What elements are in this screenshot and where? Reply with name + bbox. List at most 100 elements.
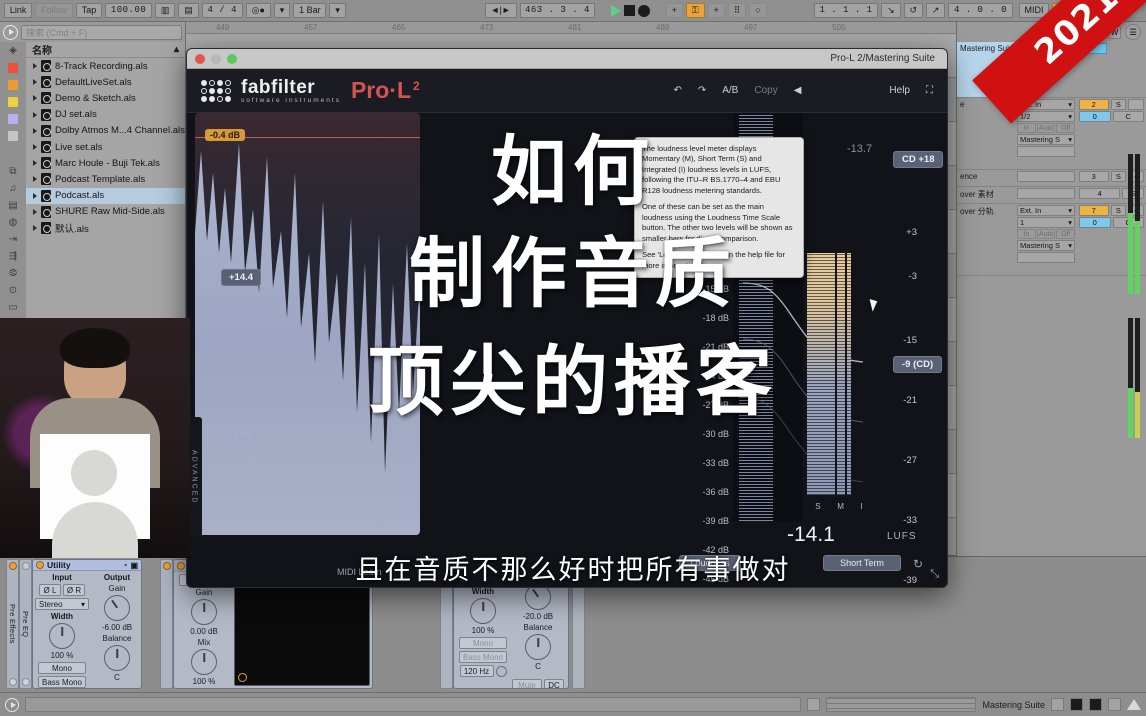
- list-item-label: Demo & Sketch.als: [55, 92, 136, 104]
- arrangement-position[interactable]: 463 . 3 . 4: [519, 3, 596, 18]
- transport-play-icon[interactable]: [5, 697, 19, 712]
- global-quantize-field[interactable]: 1 Bar: [293, 3, 327, 18]
- default-avatar-icon: [40, 434, 150, 558]
- fade-in-icon[interactable]: ↘: [881, 3, 901, 18]
- follow-button[interactable]: Follow: [35, 3, 73, 18]
- dc-button[interactable]: DC: [544, 679, 564, 688]
- gain-knob[interactable]: [191, 599, 217, 625]
- status-message-field: [25, 697, 802, 712]
- collapse-arrow-icon[interactable]: ◀: [794, 85, 802, 96]
- search-input[interactable]: 搜索 (Cmd + F): [21, 24, 182, 40]
- status-extra-box[interactable]: [807, 698, 821, 711]
- collection-swatch-red[interactable]: [8, 63, 18, 73]
- mono-button[interactable]: Mono: [38, 662, 86, 674]
- xy-pad-handle-icon[interactable]: [238, 673, 247, 682]
- status-toggle-2[interactable]: [1070, 698, 1083, 711]
- record-quantize-icon[interactable]: ◎●: [245, 3, 271, 18]
- width-knob[interactable]: [470, 598, 496, 624]
- device-save-icon[interactable]: [8, 677, 17, 686]
- chevron-down-icon[interactable]: ▾: [1068, 100, 1072, 109]
- sort-ascending-icon[interactable]: ▴: [174, 44, 179, 55]
- copy-button[interactable]: Copy: [754, 85, 777, 96]
- plugin-title-bar[interactable]: Pro-L 2/Mastering Suite: [187, 49, 947, 69]
- metronome-icon[interactable]: ▥: [154, 3, 176, 18]
- play-icon[interactable]: [611, 4, 622, 17]
- disclosure-arrow-icon[interactable]: [33, 79, 37, 86]
- tap-tempo-button[interactable]: Tap: [75, 3, 103, 18]
- bass-frequency-field[interactable]: 120 Hz: [459, 665, 494, 677]
- midi-map-icon[interactable]: +: [707, 3, 725, 18]
- live-set-file-icon: [41, 76, 51, 89]
- computer-midi-keyboard-icon[interactable]: ⠿: [727, 3, 747, 18]
- legend-short-term: S: [815, 502, 821, 511]
- width-label: Width: [471, 587, 495, 596]
- stop-icon[interactable]: [624, 5, 636, 16]
- status-toggle-4[interactable]: [1108, 698, 1121, 711]
- disclosure-arrow-icon[interactable]: [33, 63, 37, 70]
- slot-b-select[interactable]: none ▾: [303, 688, 370, 689]
- width-knob[interactable]: [49, 623, 75, 649]
- mix-knob[interactable]: [191, 649, 217, 675]
- tempo-field[interactable]: 100.00: [105, 3, 152, 18]
- device-save-icon[interactable]: [21, 678, 30, 686]
- key-map-icon[interactable]: ⚿: [685, 3, 705, 18]
- mono-button[interactable]: Mono: [459, 637, 507, 649]
- bass-mono-button[interactable]: Bass Mono: [459, 651, 507, 663]
- gain-knob[interactable]: [104, 595, 130, 621]
- balance-knob[interactable]: [525, 634, 551, 660]
- loop-icon[interactable]: ↺: [903, 3, 923, 18]
- mute-button[interactable]: Mute: [179, 688, 229, 689]
- metronome-subdiv-icon[interactable]: ▤: [178, 3, 199, 18]
- arm-button[interactable]: [1128, 99, 1144, 110]
- fade-out-icon[interactable]: ↗: [925, 3, 946, 18]
- status-bar: Mastering Suite: [0, 692, 1146, 716]
- status-toggle-1[interactable]: [1051, 698, 1064, 711]
- list-item[interactable]: Demo & Sketch.als: [26, 90, 185, 106]
- collection-swatch-orange[interactable]: [8, 80, 18, 90]
- slot-a-select[interactable]: none ▾: [234, 688, 301, 689]
- loop-length-field[interactable]: 4 . 0 . 0: [948, 3, 1013, 18]
- track-number-badge[interactable]: 2: [1079, 99, 1109, 110]
- key-midi-grid[interactable]: [826, 697, 977, 712]
- list-item[interactable]: 8-Track Recording.als: [26, 58, 185, 74]
- bass-listen-knob[interactable]: [495, 665, 507, 677]
- loop-toggle-icon[interactable]: ○: [749, 3, 767, 18]
- fabfilter-logo-icon: [201, 79, 231, 102]
- collections-icon[interactable]: ◈: [9, 46, 17, 56]
- advanced-label: ADVANCED: [190, 449, 198, 505]
- browser-column-header[interactable]: 名称 ▴: [26, 42, 185, 58]
- list-item[interactable]: DefaultLiveSet.als: [26, 74, 185, 90]
- arrangement-ruler[interactable]: 449 457 465 473 481 489 497 505: [186, 22, 956, 34]
- help-button[interactable]: Help: [889, 85, 910, 96]
- record-quantize-dropdown[interactable]: ▾: [273, 3, 291, 18]
- punch-in-icon[interactable]: ◄|►: [484, 3, 517, 18]
- gain-label: Gain: [195, 588, 213, 597]
- undo-icon[interactable]: ↶: [673, 85, 681, 96]
- global-quantize-dropdown[interactable]: ▾: [329, 3, 346, 18]
- scale-tick: -30 dB: [702, 429, 729, 439]
- record-icon[interactable]: [638, 4, 650, 17]
- collection-swatch-yellow[interactable]: [8, 97, 18, 107]
- ab-button[interactable]: A/B: [722, 85, 738, 96]
- link-button[interactable]: Link: [4, 3, 33, 18]
- chevron-down-icon[interactable]: ▾: [81, 600, 85, 609]
- xy-pad[interactable]: [234, 574, 370, 686]
- scale-tick: -36 dB: [702, 487, 729, 497]
- device-side-label: Pre Effects: [8, 604, 17, 644]
- balance-knob[interactable]: [104, 645, 130, 671]
- mute-button[interactable]: Mute: [512, 679, 542, 688]
- fullscreen-icon[interactable]: ⛶: [926, 85, 933, 96]
- product-version: 2: [413, 79, 420, 93]
- channel-mode-select[interactable]: Stereo ▾: [35, 598, 89, 610]
- solo-button[interactable]: S: [1110, 99, 1127, 110]
- width-label: Width: [50, 612, 74, 621]
- loop-start-field[interactable]: 1 . 1 . 1: [813, 3, 879, 18]
- status-toggle-3[interactable]: [1089, 698, 1102, 711]
- bass-mono-button[interactable]: Bass Mono: [38, 676, 86, 688]
- automation-arm-icon[interactable]: +: [665, 3, 683, 18]
- track-list-icon[interactable]: ☰: [1125, 24, 1141, 40]
- disclosure-arrow-icon[interactable]: [33, 95, 37, 102]
- redo-icon[interactable]: ↷: [698, 85, 706, 96]
- time-signature-field[interactable]: 4 / 4: [201, 3, 243, 18]
- browser-preview-icon[interactable]: [3, 24, 18, 40]
